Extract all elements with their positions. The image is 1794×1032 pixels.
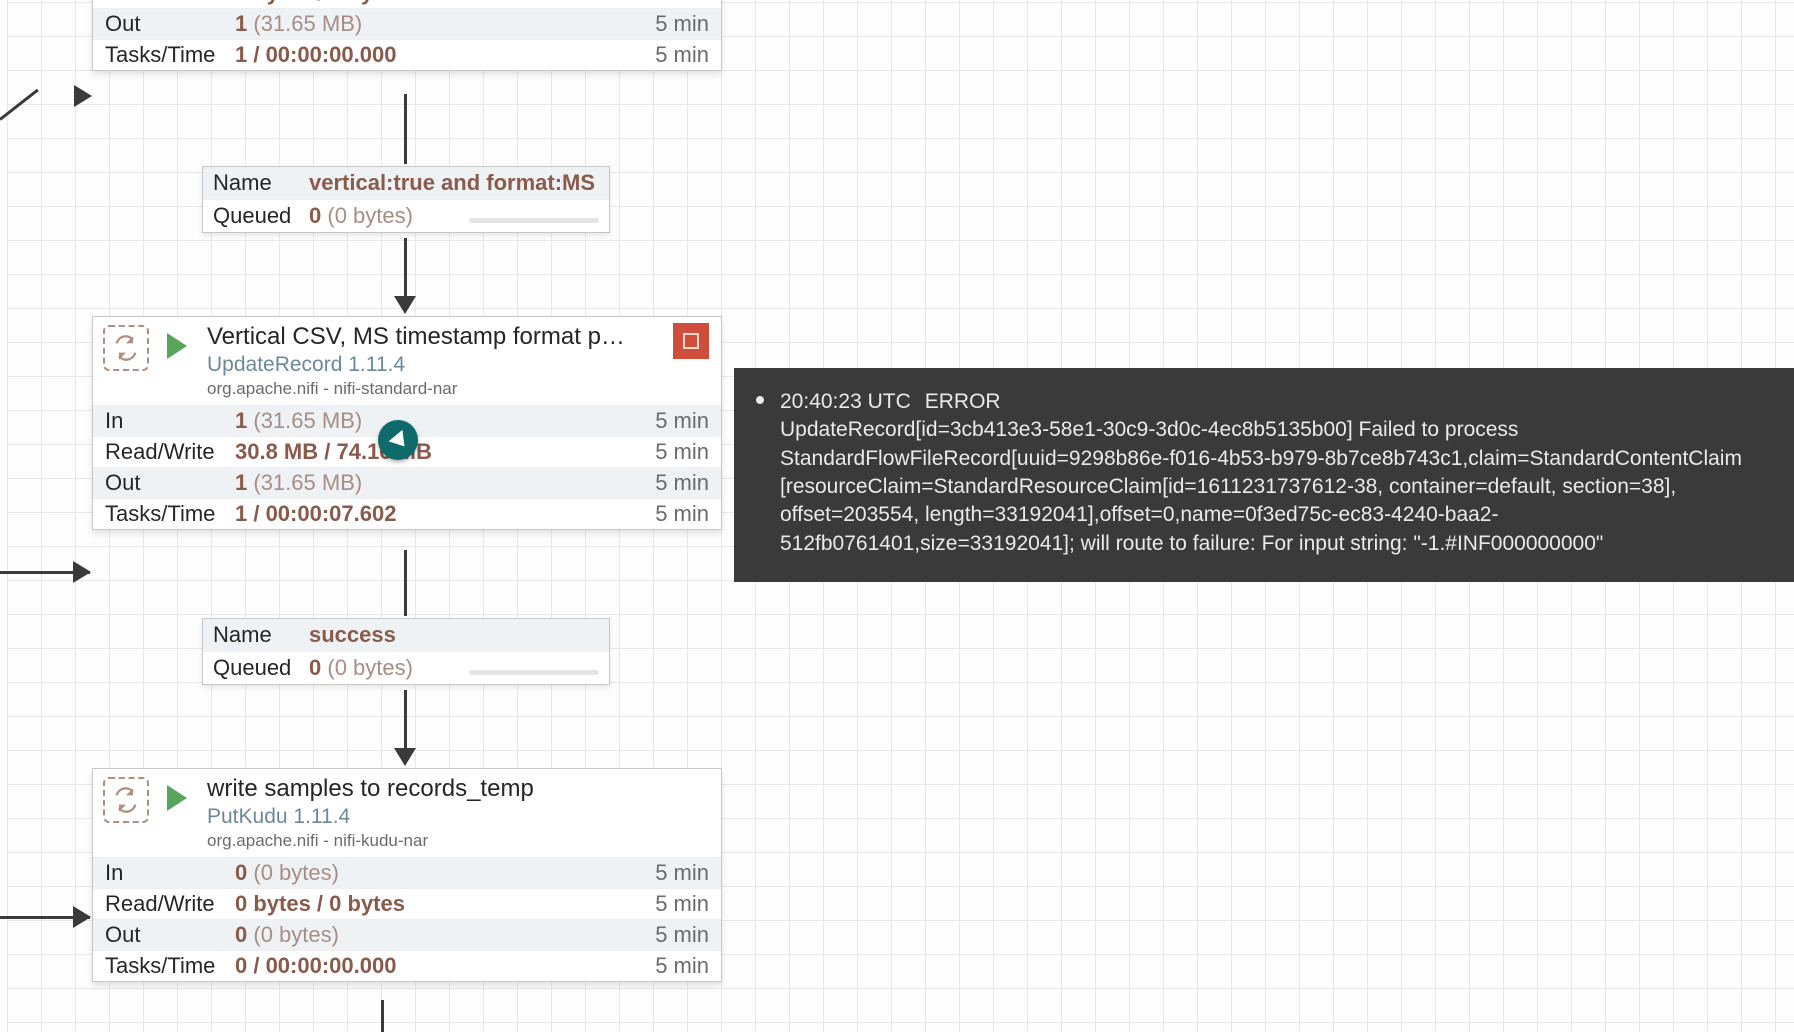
stat-value: 1 / 00:00:00.000 (235, 42, 629, 68)
conn-name-value: success (309, 622, 599, 648)
stat-value: 0 bytes / 0 bytes (235, 0, 629, 6)
conn-queued-value: 0 (0 bytes) (309, 203, 469, 229)
processor-icon (103, 325, 149, 371)
stat-row-in: In 0 (0 bytes) 5 min (93, 857, 721, 888)
processor-name: write samples to records_temp (207, 775, 709, 803)
conn-name-label: Name (213, 622, 309, 648)
stat-row-tasks: Tasks/Time 0 / 00:00:00.000 5 min (93, 950, 721, 981)
stat-value: 0 bytes / 0 bytes (235, 891, 629, 917)
incoming-arrow-left-2 (73, 561, 91, 583)
stat-row-out: Out 0 (0 bytes) 5 min (93, 919, 721, 950)
processor-putkudu[interactable]: write samples to records_temp PutKudu 1.… (92, 768, 722, 982)
arrowhead-into-update (394, 296, 416, 314)
conn-queued-value: 0 (0 bytes) (309, 655, 469, 681)
connection-name-row: Name success (203, 619, 609, 652)
stat-row-tasks: Tasks/Time 1 / 00:00:07.602 5 min (93, 498, 721, 529)
connection-success[interactable]: Name success Queued 0 (0 bytes) (202, 618, 610, 685)
connection-queued-row: Queued 0 (0 bytes) (203, 652, 609, 684)
edge-update-to-conn2 (404, 550, 407, 616)
arrowhead-into-putkudu (394, 748, 416, 766)
backpressure-gauge (469, 218, 599, 223)
stat-window: 5 min (629, 11, 709, 37)
bulletin-error-icon[interactable] (673, 323, 709, 359)
processor-top-partial[interactable]: Read/Write 0 bytes / 0 bytes 5 min Out 1… (92, 0, 722, 71)
bullet-icon (756, 396, 764, 404)
processor-type: UpdateRecord 1.11.4 (207, 353, 667, 377)
stat-window: 5 min (629, 42, 709, 68)
stat-row-readwrite: Read/Write 0 bytes / 0 bytes 5 min (93, 888, 721, 919)
stat-label: Out (105, 11, 235, 37)
stat-row-out: Out 1 (31.65 MB) 5 min (93, 8, 721, 39)
run-status-icon (167, 333, 187, 359)
edge-putkudu-down (381, 1000, 384, 1032)
connection-name-row: Name vertical:true and format:MS (203, 167, 609, 200)
stat-label: Tasks/Time (105, 42, 235, 68)
edge-conn2-to-putkudu (404, 690, 407, 748)
stat-value: 0 (0 bytes) (235, 922, 629, 948)
processor-bundle: org.apache.nifi - nifi-standard-nar (207, 379, 667, 399)
stat-value: 1 / 00:00:07.602 (235, 501, 629, 527)
processor-bundle: org.apache.nifi - nifi-kudu-nar (207, 831, 709, 851)
connection-queued-row: Queued 0 (0 bytes) (203, 200, 609, 232)
conn-name-label: Name (213, 170, 309, 196)
stat-value: 0 (0 bytes) (235, 860, 629, 886)
backpressure-gauge (469, 670, 599, 675)
edge-top-to-conn1 (404, 94, 407, 164)
bulletin-tooltip: 20:40:23 UTC ERROR UpdateRecord[id=3cb41… (734, 368, 1794, 582)
processor-type: PutKudu 1.11.4 (207, 805, 709, 829)
connection-vertical-ms[interactable]: Name vertical:true and format:MS Queued … (202, 166, 610, 233)
conn-name-value: vertical:true and format:MS (309, 170, 599, 196)
processor-icon (103, 777, 149, 823)
incoming-arrow-left-3 (73, 906, 91, 928)
stat-row-tasks: Tasks/Time 1 / 00:00:00.000 5 min (93, 39, 721, 70)
stat-value: 1 (31.65 MB) (235, 11, 629, 37)
stat-window: 5 min (629, 0, 709, 6)
stat-label: Read/Write (105, 0, 235, 6)
stat-row-readwrite: Read/Write 0 bytes / 0 bytes 5 min (93, 0, 721, 8)
stat-value: 1 (31.65 MB) (235, 408, 629, 434)
conn-queued-label: Queued (213, 203, 309, 229)
tooltip-timestamp: 20:40:23 UTC (780, 388, 911, 416)
run-status-icon (167, 785, 187, 811)
incoming-arrow-left-1 (74, 85, 92, 107)
tooltip-level: ERROR (925, 388, 1001, 416)
stat-value: 1 (31.65 MB) (235, 470, 629, 496)
edge-conn1-to-update (404, 238, 407, 296)
processor-name: Vertical CSV, MS timestamp format p… (207, 323, 667, 351)
tooltip-body: UpdateRecord[id=3cb413e3-58e1-30c9-3d0c-… (780, 416, 1768, 558)
output-port-icon[interactable] (378, 420, 418, 460)
stat-value: 0 / 00:00:00.000 (235, 953, 629, 979)
conn-queued-label: Queued (213, 655, 309, 681)
stat-row-out: Out 1 (31.65 MB) 5 min (93, 467, 721, 498)
stat-value: 30.8 MB / 74.16 MB (235, 439, 629, 465)
